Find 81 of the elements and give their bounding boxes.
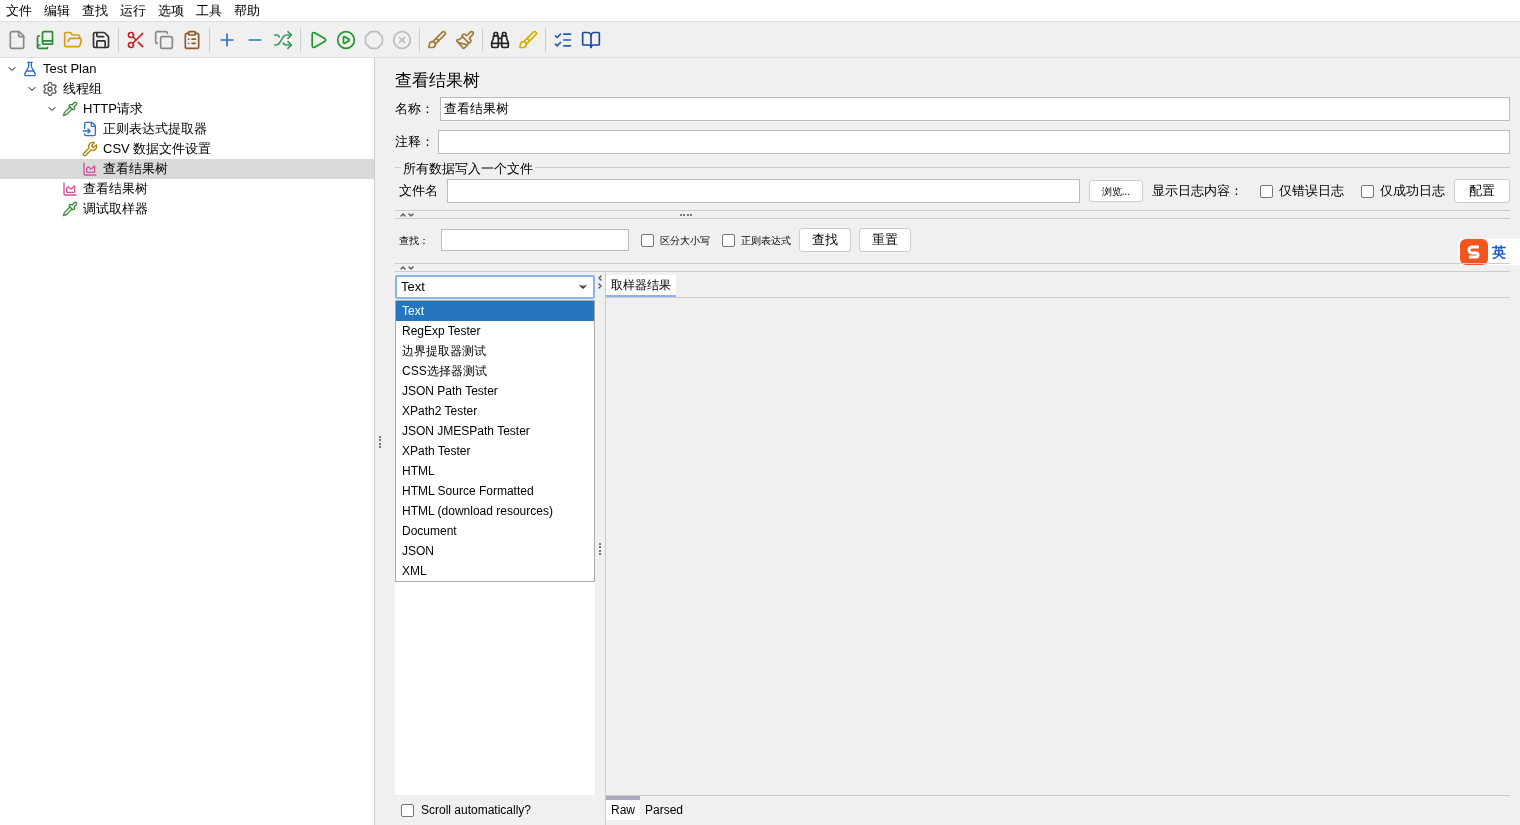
menu-item[interactable]: 文件 (0, 0, 38, 21)
copy-icon[interactable] (153, 28, 175, 51)
log-label: 显示日志内容： (1152, 182, 1243, 201)
checkbox[interactable] (641, 233, 654, 247)
menu-item[interactable]: 查找 (76, 0, 114, 21)
dropdown-option[interactable]: JSON Path Tester (396, 381, 594, 401)
dropdown-option[interactable]: RegExp Tester (396, 321, 594, 341)
view-tab[interactable]: Parsed (640, 796, 689, 820)
tree-label: 查看结果树 (83, 180, 148, 199)
search-field[interactable] (441, 229, 629, 251)
document-arrow-icon (82, 121, 98, 137)
name-field[interactable]: 查看结果树 (440, 97, 1510, 121)
dropdown-option[interactable]: JSON JMESPath Tester (396, 421, 594, 441)
gear-icon (42, 81, 58, 97)
dropdown-option[interactable]: XPath Tester (396, 441, 594, 461)
tree-item[interactable]: 正则表达式提取器 (0, 119, 374, 139)
dropdown-option[interactable]: HTML Source Formatted (396, 481, 594, 501)
dropper-icon (62, 101, 78, 117)
browse-button[interactable]: 浏览... (1088, 180, 1143, 202)
ime-mode-label: 英 (1492, 242, 1507, 262)
menu-item[interactable]: 工具 (190, 0, 228, 21)
comment-label: 注释： (395, 133, 435, 152)
search-label: 查找： (399, 233, 429, 248)
checkbox-label: 仅错误日志 (1279, 182, 1344, 201)
dropdown-option[interactable]: 边界提取器测试 (396, 341, 594, 361)
tree-label: 线程组 (63, 80, 102, 99)
splitter-handle-icon[interactable] (599, 542, 601, 555)
tree-label: CSV 数据文件设置 (103, 140, 212, 159)
name-label: 名称： (395, 100, 435, 119)
tree-item[interactable]: 查看结果树 (0, 179, 374, 199)
chart-icon (62, 181, 78, 197)
dropdown-option[interactable]: HTML (396, 461, 594, 481)
dropdown-option[interactable]: HTML (download resources) (396, 501, 594, 521)
menu-item[interactable]: 选项 (152, 0, 190, 21)
dropdown-option[interactable]: CSS选择器测试 (396, 361, 594, 381)
checkbox-label: 仅成功日志 (1380, 182, 1445, 201)
splitter-handle-icon[interactable] (379, 435, 381, 448)
view-tab[interactable]: Raw (606, 796, 640, 820)
panel-title: 查看结果树 (395, 70, 481, 92)
tree-item[interactable]: 查看结果树 (0, 159, 374, 179)
dropdown-option[interactable]: Document (396, 521, 594, 541)
tree-label: HTTP请求 (83, 100, 143, 119)
tree-item[interactable]: 调试取样器 (0, 199, 374, 219)
checkbox-label: 区分大小写 (660, 233, 710, 248)
dropdown-option[interactable]: JSON (396, 541, 594, 561)
tree-label: Test Plan (43, 60, 97, 79)
dropdown-option[interactable]: Text (396, 301, 594, 321)
renderer-dropdown[interactable]: Text (395, 275, 595, 299)
flask-icon (22, 61, 38, 77)
menu-item[interactable]: 帮助 (228, 0, 266, 21)
checkbox-label: Scroll automatically? (421, 802, 532, 819)
wrench-icon (82, 141, 98, 157)
tree-item[interactable]: 线程组 (0, 79, 374, 99)
tree-item[interactable]: Test Plan (0, 59, 374, 79)
search-button[interactable]: 查找 (799, 228, 851, 252)
tree-item[interactable]: CSV 数据文件设置 (0, 139, 374, 159)
splitter-handle-icon[interactable] (679, 213, 692, 216)
checkbox[interactable] (1260, 184, 1273, 198)
ime-logo-icon (1460, 239, 1488, 265)
file-name-field[interactable] (447, 179, 1080, 203)
dropper-icon (62, 201, 78, 217)
checkbox[interactable] (1361, 184, 1374, 198)
tree-label: 查看结果树 (103, 160, 168, 179)
menu-item[interactable]: 运行 (114, 0, 152, 21)
dropdown-option[interactable]: XPath2 Tester (396, 401, 594, 421)
chart-icon (82, 161, 98, 177)
checkbox-label: 正则表达式 (741, 233, 791, 248)
tree-label: 调试取样器 (83, 200, 148, 219)
dropdown-option[interactable]: XML (396, 561, 594, 581)
checkbox[interactable] (401, 803, 414, 817)
config-button[interactable]: 配置 (1454, 179, 1510, 203)
file-name-label: 文件名 (399, 182, 438, 201)
tree-label: 正则表达式提取器 (103, 120, 207, 139)
comment-field[interactable] (438, 130, 1510, 154)
ime-indicator[interactable]: 英 (1458, 239, 1520, 265)
result-tab[interactable]: 取样器结果 (606, 275, 676, 297)
search-button[interactable]: 重置 (859, 228, 911, 252)
collapse-arrows-icon[interactable] (596, 274, 604, 290)
checkbox[interactable] (722, 233, 735, 247)
menu-item[interactable]: 编辑 (38, 0, 76, 21)
tree-item[interactable]: HTTP请求 (0, 99, 374, 119)
